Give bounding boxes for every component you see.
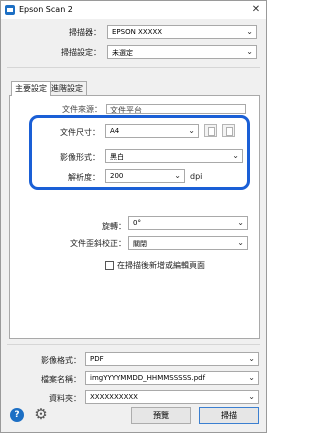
folder-label: 資料夾：: [49, 394, 81, 403]
image-type-select[interactable]: 黑白 ⌄: [105, 149, 243, 163]
file-name-select[interactable]: imgYYYYMMDD_HHMMSSSSS.pdf ⌄: [85, 371, 259, 385]
chevron-down-icon: ⌄: [246, 47, 253, 56]
divider: [7, 67, 260, 68]
add-edit-pages-checkbox[interactable]: [105, 261, 114, 270]
image-format-label: 影像格式：: [41, 356, 81, 365]
skew-correction-label: 文件歪斜校正：: [70, 239, 126, 248]
landscape-orientation-button[interactable]: [222, 124, 235, 137]
resolution-unit: dpi: [190, 172, 203, 181]
file-name-label: 檔案名稱：: [41, 375, 81, 384]
file-name-value: imgYYYYMMDD_HHMMSSSSS.pdf: [90, 374, 206, 382]
image-type-value: 黑白: [110, 153, 124, 161]
chevron-down-icon: ⌄: [174, 171, 181, 180]
image-format-select[interactable]: PDF ⌄: [85, 352, 259, 366]
document-size-label: 文件尺寸：: [60, 128, 100, 137]
highlight-callout: 文件尺寸： A4 ⌄ 影像形式： 黑白 ⌄ 解析度： 200 ⌄ dpi: [29, 115, 250, 190]
chevron-down-icon: ⌄: [237, 218, 244, 227]
window-title: Epson Scan 2: [19, 5, 73, 14]
help-icon[interactable]: ?: [10, 408, 24, 422]
tab-main-settings[interactable]: 主要設定: [11, 81, 51, 96]
chevron-down-icon: ⌄: [248, 373, 255, 382]
chevron-down-icon: ⌄: [248, 392, 255, 401]
scan-settings-value: 未選定: [112, 49, 133, 57]
image-format-value: PDF: [90, 355, 104, 363]
epson-scan-window: Epson Scan 2 ✕ 掃描器： EPSON XXXXX ⌄ 掃描設定： …: [0, 0, 267, 433]
resolution-select[interactable]: 200 ⌄: [105, 169, 185, 183]
folder-value: XXXXXXXXXX: [90, 393, 138, 401]
skew-correction-select[interactable]: 關閉 ⌄: [128, 236, 248, 250]
divider: [7, 344, 260, 345]
scan-settings-select[interactable]: 未選定 ⌄: [107, 45, 257, 59]
document-source-select[interactable]: 文件平台: [106, 104, 246, 114]
scanner-label: 掃描器：: [69, 28, 101, 37]
tab-advanced-settings[interactable]: 進階設定: [47, 81, 87, 95]
chevron-down-icon: ⌄: [248, 354, 255, 363]
chevron-down-icon: ⌄: [188, 126, 195, 135]
preview-button[interactable]: 預覽: [131, 407, 191, 424]
rotate-select[interactable]: 0° ⌄: [128, 216, 248, 230]
chevron-down-icon: ⌄: [246, 27, 253, 36]
chevron-down-icon: ⌄: [232, 151, 239, 160]
resolution-label: 解析度：: [68, 173, 100, 182]
gear-icon[interactable]: ⚙: [33, 406, 49, 422]
scan-settings-label: 掃描設定：: [61, 48, 101, 57]
add-edit-pages-label: 在掃描後新增或編輯頁面: [117, 261, 205, 270]
scanner-select[interactable]: EPSON XXXXX ⌄: [107, 25, 257, 39]
scan-button[interactable]: 掃描: [199, 407, 259, 424]
rotate-value: 0°: [133, 219, 141, 227]
document-size-value: A4: [110, 127, 120, 135]
scanner-value: EPSON XXXXX: [112, 28, 163, 36]
image-type-label: 影像形式：: [60, 153, 100, 162]
skew-correction-value: 關閉: [133, 240, 147, 248]
rotate-label: 旋轉：: [102, 222, 126, 231]
epson-scan-app-icon: [5, 5, 15, 15]
portrait-orientation-button[interactable]: [204, 124, 217, 137]
folder-select[interactable]: XXXXXXXXXX ⌄: [85, 390, 259, 404]
close-icon[interactable]: ✕: [248, 2, 264, 18]
document-size-select[interactable]: A4 ⌄: [105, 124, 199, 138]
title-bar: Epson Scan 2 ✕: [1, 1, 266, 19]
chevron-down-icon: ⌄: [237, 238, 244, 247]
resolution-value: 200: [110, 172, 124, 180]
